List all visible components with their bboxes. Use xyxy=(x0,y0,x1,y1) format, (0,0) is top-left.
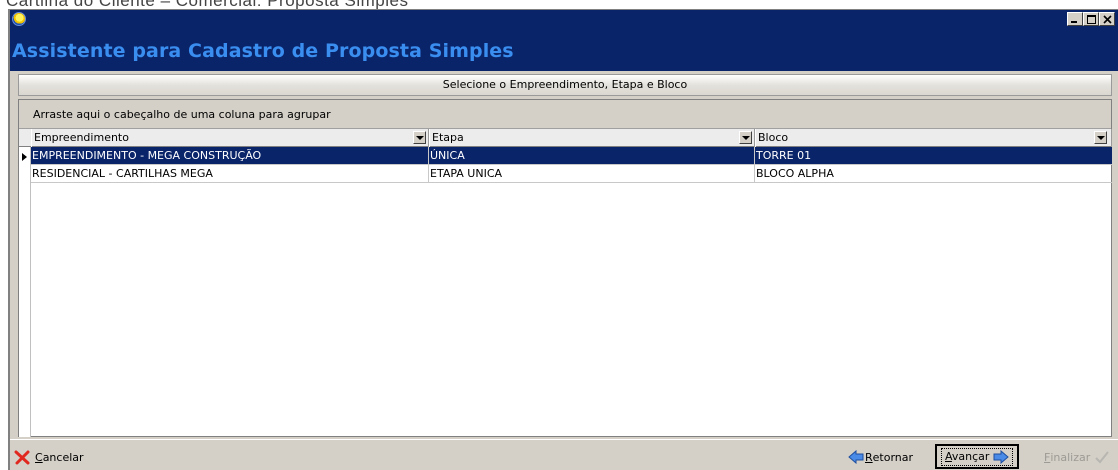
current-row-arrow-icon xyxy=(22,153,27,161)
row-indicator-column xyxy=(19,147,31,437)
close-icon[interactable] xyxy=(1099,12,1115,26)
column-header-bloco[interactable]: Bloco xyxy=(755,129,1112,147)
column-header-empreendimento[interactable]: Empreendimento xyxy=(31,129,429,147)
wizard-title: Assistente para Cadastro de Proposta Sim… xyxy=(12,40,514,62)
filter-dropdown-icon[interactable] xyxy=(1094,131,1107,144)
filter-dropdown-icon[interactable] xyxy=(413,131,426,144)
column-header-etapa[interactable]: Etapa xyxy=(429,129,755,147)
cancel-button[interactable]: Cancelar xyxy=(14,446,84,468)
step-label: Selecione o Empreendimento, Etapa e Bloc… xyxy=(18,74,1112,96)
app-globe-icon[interactable] xyxy=(12,12,26,26)
column-header-label: Etapa xyxy=(432,131,464,144)
back-button[interactable]: Retornar xyxy=(848,446,913,468)
cell-bloco[interactable]: TORRE 01 xyxy=(755,147,1112,164)
cell-bloco[interactable]: BLOCO ALPHA xyxy=(755,165,1112,182)
column-header-label: Empreendimento xyxy=(34,131,129,144)
wizard-window: Assistente para Cadastro de Proposta Sim… xyxy=(8,9,1118,470)
cell-etapa[interactable]: ETAPA UNICA xyxy=(429,165,755,182)
selection-grid[interactable]: Arraste aqui o cabeçalho de uma coluna p… xyxy=(18,99,1112,437)
cell-etapa[interactable]: ÚNICA xyxy=(429,147,755,164)
column-headers: Empreendimento Etapa Bloco xyxy=(19,129,1112,147)
next-button[interactable]: Avançar xyxy=(935,444,1020,469)
title-bar[interactable] xyxy=(10,10,1118,29)
checkmark-icon xyxy=(1095,451,1110,464)
wizard-footer: Cancelar Retornar Avançar Finalizar xyxy=(10,439,1118,470)
window-controls xyxy=(1067,12,1115,26)
red-x-icon xyxy=(14,450,30,465)
table-row[interactable]: EMPREENDIMENTO - MEGA CONSTRUÇÃO ÚNICA T… xyxy=(31,147,1112,165)
finish-button[interactable]: Finalizar xyxy=(1044,446,1110,468)
column-header-label: Bloco xyxy=(758,131,789,144)
arrow-right-icon xyxy=(993,449,1010,464)
minimize-icon[interactable] xyxy=(1067,12,1083,26)
cell-empreendimento[interactable]: RESIDENCIAL - CARTILHAS MEGA xyxy=(31,165,429,182)
table-row[interactable]: RESIDENCIAL - CARTILHAS MEGA ETAPA UNICA… xyxy=(31,165,1112,183)
cell-empreendimento[interactable]: EMPREENDIMENTO - MEGA CONSTRUÇÃO xyxy=(31,147,429,164)
maximize-icon[interactable] xyxy=(1083,12,1099,26)
filter-dropdown-icon[interactable] xyxy=(739,131,752,144)
group-by-panel[interactable]: Arraste aqui o cabeçalho de uma coluna p… xyxy=(19,100,1111,129)
arrow-left-icon xyxy=(848,450,864,464)
